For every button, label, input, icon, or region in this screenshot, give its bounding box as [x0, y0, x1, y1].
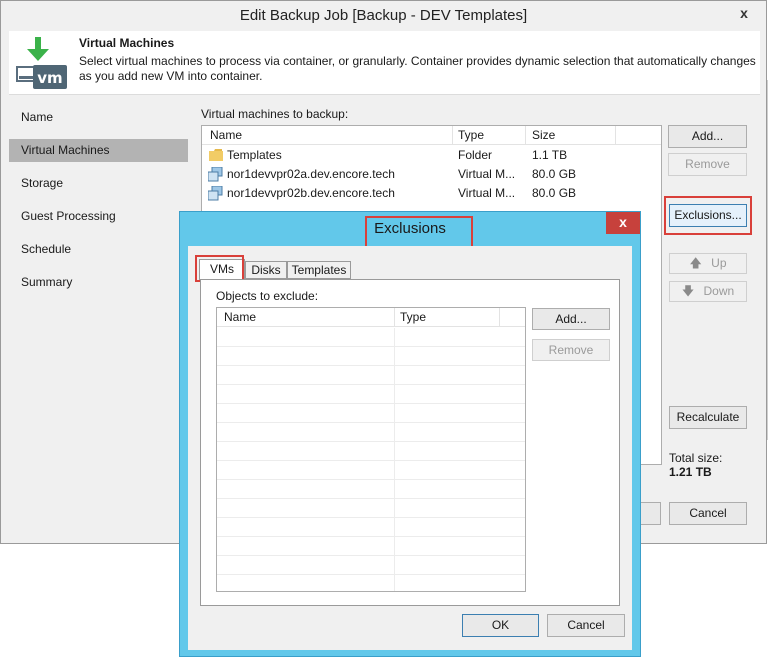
total-size-label: Total size:: [669, 451, 723, 465]
header-panel: vm Virtual Machines Select virtual machi…: [9, 31, 760, 95]
vm-list-header: Name Type Size: [202, 126, 661, 145]
exclusions-ok-button[interactable]: OK: [462, 614, 539, 637]
exclusions-button[interactable]: Exclusions...: [669, 204, 747, 227]
exclusions-cancel-button[interactable]: Cancel: [547, 614, 625, 637]
column-header-name[interactable]: Name: [224, 308, 256, 327]
vm-icon: [207, 185, 224, 201]
nav-item-storage[interactable]: Storage: [9, 172, 189, 195]
column-header-type[interactable]: Type: [458, 126, 484, 145]
exclusions-title: Exclusions: [374, 220, 446, 237]
move-down-button[interactable]: 🡇 Down: [669, 281, 747, 302]
close-icon: x: [619, 214, 627, 230]
background-window-edge: [767, 80, 771, 440]
recalculate-button[interactable]: Recalculate: [669, 406, 747, 429]
total-size-value: 1.21 TB: [669, 465, 712, 479]
move-up-button[interactable]: 🡅 Up: [669, 253, 747, 274]
folder-icon: [209, 149, 223, 161]
table-row[interactable]: nor1devvpr02a.dev.encore.tech Virtual M.…: [202, 165, 661, 184]
exclusions-table: Name Type: [216, 307, 526, 592]
tab-templates[interactable]: Templates: [287, 261, 351, 279]
nav-item-label: Virtual Machines: [21, 143, 110, 157]
vm-list-label: Virtual machines to backup:: [201, 107, 349, 121]
arrow-up-icon: 🡅: [689, 256, 702, 270]
tab-disks[interactable]: Disks: [245, 261, 287, 279]
objects-to-exclude-label: Objects to exclude:: [216, 289, 319, 303]
exclusions-table-header: Name Type: [217, 308, 525, 327]
main-close-button[interactable]: x: [729, 4, 759, 24]
vm-type: Virtual M...: [458, 186, 516, 200]
vm-name: nor1devvpr02a.dev.encore.tech: [227, 167, 395, 181]
nav-item-summary[interactable]: Summary: [9, 271, 189, 294]
vm-size: 1.1 TB: [532, 148, 568, 162]
exclusions-remove-button[interactable]: Remove: [532, 339, 610, 361]
svg-text:vm: vm: [37, 69, 62, 87]
vm-size: 80.0 GB: [532, 186, 577, 200]
close-icon: x: [740, 5, 748, 21]
table-row[interactable]: nor1devvpr02b.dev.encore.tech Virtual M.…: [202, 184, 661, 203]
exclusions-add-button[interactable]: Add...: [532, 308, 610, 330]
exclusions-dialog: Exclusions x VMs Disks Templates Objects…: [179, 211, 641, 657]
add-vm-button[interactable]: Add...: [668, 125, 747, 148]
nav-item-virtual-machines[interactable]: Virtual Machines: [9, 139, 188, 162]
column-header-size[interactable]: Size: [532, 126, 555, 145]
nav-item-guest-processing[interactable]: Guest Processing: [9, 205, 189, 228]
nav-item-schedule[interactable]: Schedule: [9, 238, 189, 261]
remove-vm-button[interactable]: Remove: [668, 153, 747, 176]
vm-name: nor1devvpr02b.dev.encore.tech: [227, 186, 395, 200]
main-cancel-button[interactable]: Cancel: [669, 502, 747, 525]
header-title: Virtual Machines: [79, 36, 175, 50]
vm-type: Virtual M...: [458, 167, 516, 181]
main-title-bar: Edit Backup Job [Backup - DEV Templates]…: [1, 1, 766, 31]
nav-item-label: Summary: [21, 275, 73, 289]
window-title: Edit Backup Job [Backup - DEV Templates]: [239, 7, 528, 24]
column-header-name[interactable]: Name: [210, 126, 242, 145]
nav-item-label: Name: [21, 110, 54, 124]
wizard-nav: Name Virtual Machines Storage Guest Proc…: [9, 101, 189, 541]
nav-item-name[interactable]: Name: [9, 106, 189, 129]
vm-icon: [207, 166, 224, 182]
vm-size: 80.0 GB: [532, 167, 577, 181]
tab-vms[interactable]: VMs: [199, 259, 245, 280]
arrow-down-icon: 🡇: [681, 284, 695, 298]
vm-name: Templates: [227, 148, 282, 162]
nav-item-label: Storage: [21, 176, 64, 190]
header-description-line1: Select virtual machines to process via c…: [79, 54, 756, 68]
column-header-type[interactable]: Type: [400, 308, 426, 327]
exclusions-close-button[interactable]: x: [606, 212, 640, 234]
nav-item-label: Guest Processing: [21, 209, 116, 223]
nav-item-label: Schedule: [21, 242, 72, 256]
tab-panel: Objects to exclude: Name Type Add... Rem…: [200, 279, 620, 606]
exclusions-body: VMs Disks Templates Objects to exclude: …: [188, 246, 632, 650]
vm-type: Folder: [458, 148, 493, 162]
header-description-line2: as you add new VM into container.: [79, 69, 263, 83]
table-row[interactable]: Templates Folder 1.1 TB: [202, 146, 661, 165]
vm-logo-icon: vm: [15, 35, 69, 91]
